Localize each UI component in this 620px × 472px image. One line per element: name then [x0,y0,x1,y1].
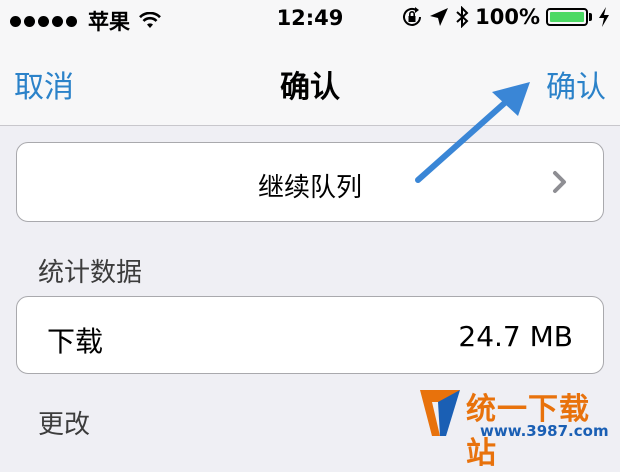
status-bar: 苹果 12:49 100% [0,0,620,40]
watermark-logo-icon [420,390,460,436]
location-arrow-icon [430,8,449,26]
download-row: 下载 24.7 MB [16,296,604,374]
confirm-button[interactable]: 确认 [546,62,606,106]
stats-section-header: 统计数据 [38,258,143,288]
watermark: 统一下载站 www.3987.com [418,382,614,471]
watermark-url: www.3987.com [480,422,609,440]
annotation-arrow-icon [415,82,530,183]
changes-section-header: 更改 [38,410,91,440]
chevron-right-icon [553,171,566,193]
status-right: 100% [395,5,610,29]
download-value: 24.7 MB [458,320,573,353]
download-label: 下载 [47,325,104,358]
rotation-lock-icon [403,7,422,26]
battery-percent: 100% [475,5,540,29]
charging-bolt-icon [599,7,609,27]
battery-icon [546,8,592,26]
bluetooth-icon [456,6,469,28]
